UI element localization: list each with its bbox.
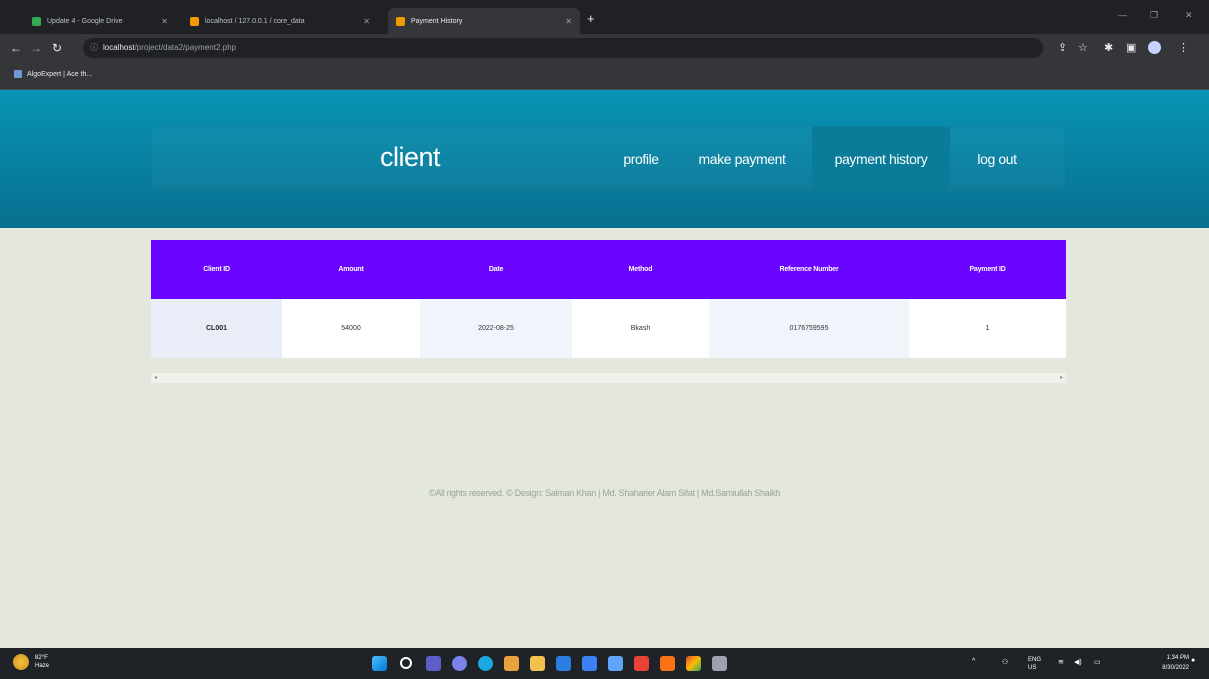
system-clock[interactable]: 1:34 PM 8/30/2022 [1162, 653, 1189, 673]
weather-desc: Haze [35, 663, 50, 669]
brand-logo[interactable]: client [380, 142, 441, 173]
side-panel-icon[interactable]: ▣ [1126, 42, 1136, 54]
tray-chevron-icon[interactable]: ^ [972, 658, 975, 665]
site-info-icon[interactable]: ⓘ [90, 38, 98, 58]
bookmark-algoexpert[interactable]: AlgoExpert | Ace th... [14, 70, 92, 78]
scroll-right-icon[interactable]: ▸ [1060, 374, 1063, 382]
chrome-icon[interactable] [504, 656, 519, 671]
column-header-payment-id: Payment ID [909, 240, 1066, 299]
tab-label: Update 4 - Google Drive [47, 17, 123, 25]
navbar: client profile make payment payment hist… [151, 126, 1066, 192]
browser-toolbar: ← → ↻ ⓘ localhost/project/data2/payment2… [0, 34, 1209, 62]
weather-text: 82°F Haze [35, 654, 49, 670]
app-icon[interactable] [582, 656, 597, 671]
tab-phpmyadmin[interactable]: localhost / 127.0.0.1 / core_data ✕ [182, 8, 378, 34]
menu-icon[interactable]: ⋮ [1178, 42, 1189, 54]
bookmarks-bar: AlgoExpert | Ace th... [0, 62, 1209, 90]
weather-widget[interactable]: 82°F Haze [13, 654, 49, 670]
file-explorer-icon[interactable] [530, 656, 545, 671]
volume-icon[interactable]: ◀) [1074, 658, 1082, 666]
reload-icon[interactable]: ↻ [52, 41, 62, 55]
drive-icon [32, 16, 41, 26]
column-header-method: Method [572, 240, 709, 299]
back-icon[interactable]: ← [10, 41, 22, 55]
url-host: localhost [103, 43, 135, 52]
profile-avatar[interactable] [1148, 41, 1161, 54]
site-header: client profile make payment payment hist… [0, 90, 1209, 228]
tab-google-drive[interactable]: Update 4 - Google Drive ✕ [24, 8, 176, 34]
nav-profile[interactable]: profile [605, 127, 677, 191]
notification-icon[interactable]: ● [1191, 657, 1195, 664]
cell-payment-id: 1 [909, 299, 1066, 358]
close-icon[interactable]: ✕ [565, 17, 572, 26]
windows-taskbar: 82°F Haze ^ ⚇ ENG US ≋ ◀) ▭ 1:34 PM 8/30… [0, 648, 1209, 679]
battery-icon[interactable]: ▭ [1094, 658, 1101, 666]
tab-payment-history[interactable]: Payment History ✕ [388, 8, 580, 34]
language-indicator[interactable]: ENG US [1028, 656, 1041, 672]
wifi-icon[interactable]: ≋ [1058, 658, 1064, 666]
table-row: CL001 54000 2022-08-25 Bkash 0176759595 … [151, 299, 1066, 358]
edge-icon[interactable] [478, 656, 493, 671]
weather-temp: 82°F [35, 655, 48, 661]
extensions-icon[interactable]: ✱ [1104, 42, 1113, 54]
task-view-icon[interactable] [426, 656, 441, 671]
cell-date: 2022-08-25 [420, 299, 572, 358]
mail-icon[interactable] [608, 656, 623, 671]
bookmark-label: AlgoExpert | Ace th... [27, 70, 93, 78]
tab-label: localhost / 127.0.0.1 / core_data [205, 17, 305, 25]
footer-copyright: ©All rights reserved. © Design: Salman K… [428, 488, 780, 498]
tray-network-icon[interactable]: ⚇ [1002, 658, 1008, 666]
maximize-icon[interactable]: ❐ [1150, 10, 1158, 21]
payment-history-table-wrapper: Client ID Amount Date Method Reference N… [151, 240, 1066, 358]
tab-label: Payment History [411, 17, 463, 25]
page-icon [396, 16, 405, 26]
url-path: /project/data2/payment2.php [134, 43, 236, 52]
region: US [1028, 665, 1037, 671]
phpmyadmin-icon [190, 16, 199, 26]
web-page: client profile make payment payment hist… [0, 90, 1209, 648]
weather-haze-icon [13, 654, 29, 670]
cell-method: Bkash [572, 299, 709, 358]
column-header-client-id: Client ID [151, 240, 282, 299]
browser-chrome: Update 4 - Google Drive ✕ localhost / 12… [0, 0, 1209, 90]
nav-payment-history[interactable]: payment history [812, 127, 950, 191]
column-header-amount: Amount [282, 240, 420, 299]
google-chrome-icon[interactable] [686, 656, 701, 671]
window-close-icon[interactable]: ✕ [1185, 10, 1193, 21]
xampp-icon[interactable] [660, 656, 675, 671]
bookmark-favicon-icon [14, 70, 22, 78]
column-header-date: Date [420, 240, 572, 299]
payment-history-table: Client ID Amount Date Method Reference N… [151, 240, 1066, 358]
start-icon[interactable] [372, 656, 387, 671]
new-tab-button[interactable]: + [587, 12, 595, 26]
cell-amount: 54000 [282, 299, 420, 358]
notepad-icon[interactable] [712, 656, 727, 671]
address-bar[interactable]: ⓘ localhost/project/data2/payment2.php [83, 38, 1043, 58]
table-header-row: Client ID Amount Date Method Reference N… [151, 240, 1066, 299]
close-icon[interactable]: ✕ [161, 17, 168, 26]
tab-strip: Update 4 - Google Drive ✕ localhost / 12… [0, 0, 1209, 34]
close-icon[interactable]: ✕ [363, 17, 370, 26]
clock-date: 8/30/2022 [1162, 665, 1189, 671]
language: ENG [1028, 657, 1042, 663]
forward-icon[interactable]: → [30, 41, 42, 55]
nav-make-payment[interactable]: make payment [687, 127, 797, 191]
minimize-icon[interactable]: — [1118, 10, 1127, 20]
share-icon[interactable]: ⇪ [1058, 42, 1067, 54]
store-icon[interactable] [556, 656, 571, 671]
cell-reference-number: 0176759595 [709, 299, 909, 358]
office-icon[interactable] [634, 656, 649, 671]
nav-log-out[interactable]: log out [957, 127, 1037, 191]
clock-time: 1:34 PM [1166, 655, 1189, 661]
scroll-left-icon[interactable]: ◂ [154, 374, 157, 382]
cell-client-id: CL001 [151, 299, 282, 358]
bookmark-star-icon[interactable]: ☆ [1078, 42, 1088, 54]
column-header-reference-number: Reference Number [709, 240, 909, 299]
search-icon[interactable] [400, 657, 412, 669]
horizontal-scrollbar[interactable]: ◂ ▸ [151, 373, 1066, 383]
teams-chat-icon[interactable] [452, 656, 467, 671]
